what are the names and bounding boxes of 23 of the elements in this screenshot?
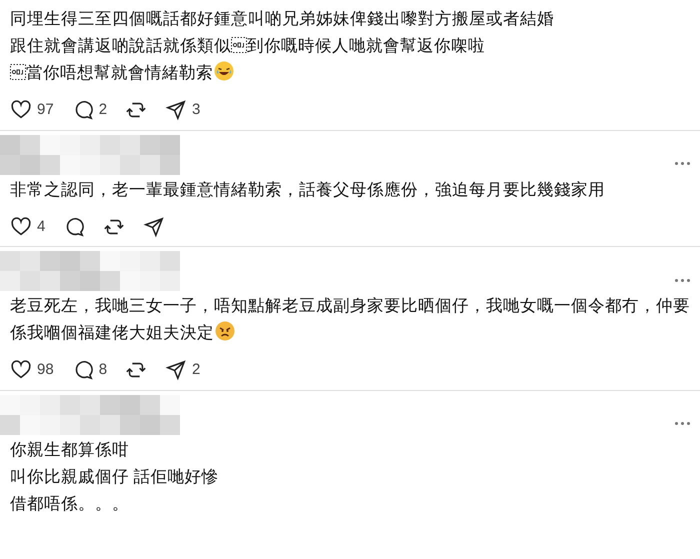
comment-text: 非常之認同，老一輩最鍾意情緒勒索，話養父母係應份，強迫每月要比幾錢家用 bbox=[10, 180, 606, 200]
send-icon bbox=[165, 99, 188, 122]
comment-text: 跟住就會講返啲說話就係類似 到你嘅時候人哋就會幫返你㗎啦 bbox=[10, 36, 486, 57]
laughing-emoji-icon bbox=[214, 61, 234, 81]
object-placeholder-icon bbox=[231, 37, 247, 53]
reply-button[interactable]: 8 bbox=[72, 359, 122, 382]
share-button[interactable]: 2 bbox=[165, 359, 214, 382]
angry-emoji-icon bbox=[215, 321, 235, 341]
like-button[interactable]: 98 bbox=[10, 359, 68, 382]
object-placeholder-icon bbox=[10, 64, 26, 80]
comment-text: 老豆死左，我哋三女一子，唔知點解老豆成副身家要比晒個仔，我哋女嘅一個令都冇，仲要係我嗰個福建佬大姐夫決定 bbox=[10, 296, 690, 344]
like-button[interactable]: 4 bbox=[10, 216, 60, 238]
heart-icon bbox=[10, 216, 32, 238]
reply-button[interactable]: 2 bbox=[72, 99, 122, 122]
comment-text: 當你唔想幫就會情緒勒索 bbox=[10, 60, 690, 87]
share-button[interactable]: 3 bbox=[165, 99, 214, 122]
comment-text: 叫你比親戚個仔 話佢哋好慘 bbox=[10, 466, 220, 488]
comment-text: 同埋生得三至四個嘅話都好鍾意叫啲兄弟姊妹俾錢出嚟對方搬屋或者結婚 bbox=[10, 9, 555, 30]
send-icon bbox=[165, 359, 188, 382]
comment-text: 借都唔係。。。 bbox=[10, 494, 130, 514]
like-button[interactable]: 97 bbox=[10, 99, 68, 122]
send-icon bbox=[143, 216, 166, 238]
comment-text: 你親生都算係咁 bbox=[10, 440, 130, 460]
